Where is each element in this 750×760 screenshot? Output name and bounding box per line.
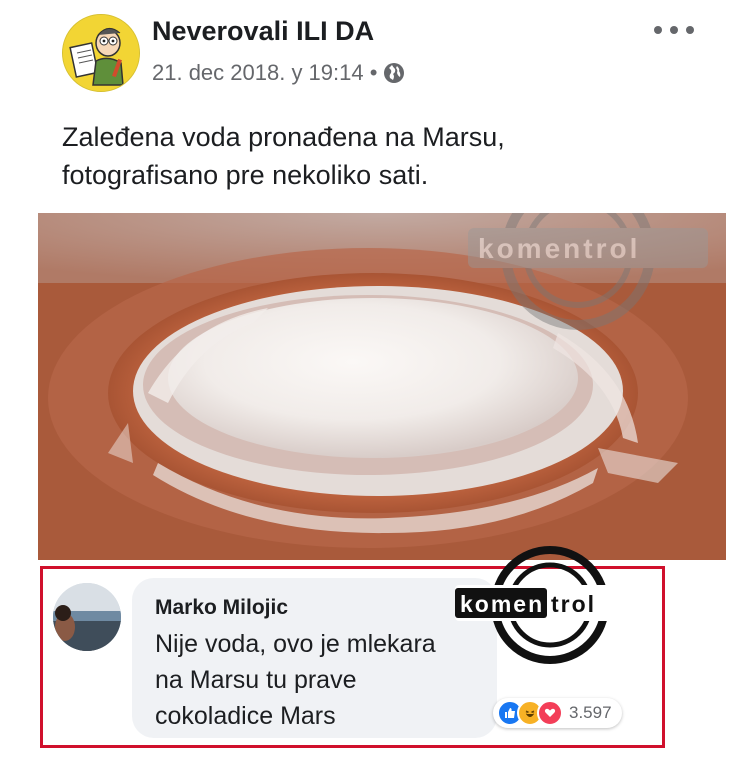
watermark-logo-comment: komen trol	[455, 540, 655, 670]
page-name[interactable]: Neverovali ILI DA	[152, 16, 374, 47]
watermark-logo: komentrol	[468, 213, 708, 338]
dot-icon	[654, 26, 662, 34]
comment-text-line: cokoladice Mars	[155, 702, 336, 730]
svg-text:trol: trol	[551, 591, 596, 617]
comment-author[interactable]: Marko Milojic	[155, 596, 288, 620]
love-icon	[537, 700, 563, 726]
post-meta: 21. dec 2018. у 19:14 •	[152, 60, 405, 86]
komentrol-watermark-icon: komen trol	[455, 546, 645, 664]
comment-text-line: na Marsu tu prave	[155, 666, 357, 694]
reaction-count: 3.597	[569, 703, 612, 722]
svg-text:komen: komen	[460, 591, 544, 617]
page-avatar[interactable]	[62, 14, 140, 92]
komentrol-watermark-icon: komentrol	[468, 213, 708, 330]
post-timestamp[interactable]: 21. dec 2018. у 19:14 •	[152, 60, 377, 86]
profile-photo-icon	[53, 583, 121, 651]
post-text: Zaleđena voda pronađena na Marsu, fotogr…	[62, 118, 662, 194]
post-text-line: fotografisano pre nekoliko sati.	[62, 160, 429, 190]
globe-icon	[384, 63, 405, 83]
comment-text-line: Nije voda, ovo je mlekara	[155, 630, 436, 658]
commenter-avatar[interactable]	[53, 583, 121, 651]
reactions-summary[interactable]: 3.597	[493, 698, 622, 728]
comment-text: Nije voda, ovo je mlekara na Marsu tu pr…	[155, 626, 485, 734]
post-text-line: Zaleđena voda pronađena na Marsu,	[62, 122, 505, 152]
svg-text:komentrol: komentrol	[478, 233, 640, 264]
post-image[interactable]: komentrol	[38, 213, 726, 560]
cartoon-reader-icon	[63, 15, 139, 91]
more-options-button[interactable]	[654, 20, 694, 40]
dot-icon	[670, 26, 678, 34]
dot-icon	[686, 26, 694, 34]
post-header: Neverovali ILI DA 21. dec 2018. у 19:14 …	[0, 0, 750, 110]
